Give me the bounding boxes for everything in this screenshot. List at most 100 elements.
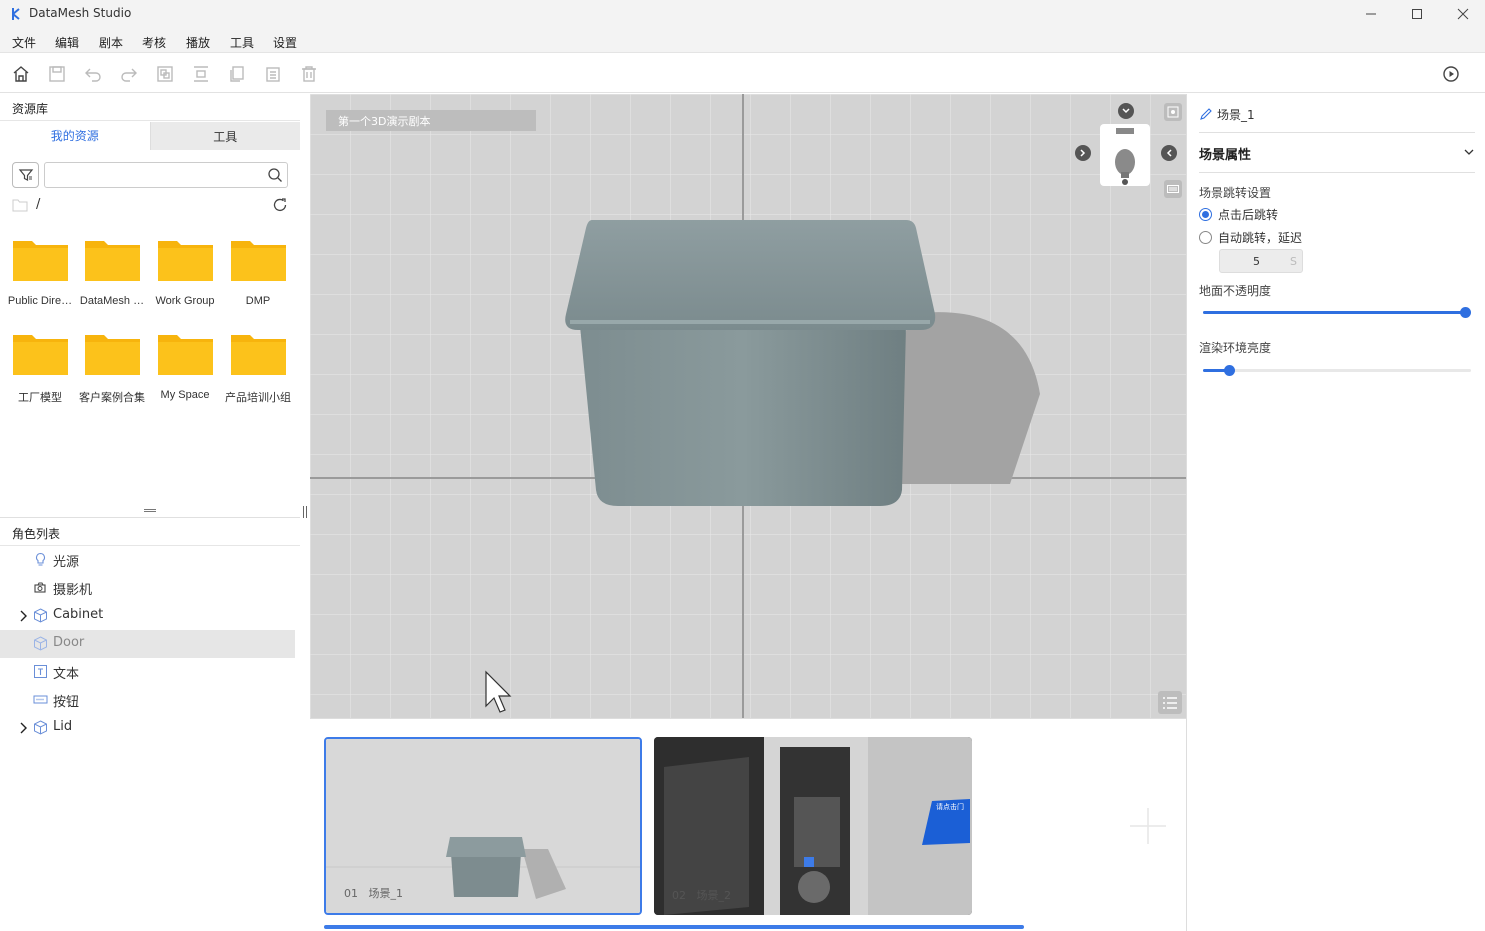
radio-click-jump[interactable]: 点击后跳转 [1199, 206, 1278, 222]
scene-properties-section[interactable]: 场景属性 [1199, 144, 1475, 164]
role-item-door[interactable]: Door [0, 630, 295, 658]
rotate-left-button[interactable] [1075, 145, 1091, 161]
folder-item[interactable]: 客户案例合集 [76, 328, 148, 418]
env-brightness-slider[interactable] [1203, 364, 1471, 376]
menu-edit[interactable]: 编辑 [55, 34, 79, 51]
scene-list-button[interactable] [1158, 691, 1182, 714]
collapse-nav-button[interactable] [1118, 103, 1134, 119]
filter-icon [18, 169, 33, 181]
chevron-left-icon [1166, 149, 1172, 157]
slider-knob[interactable] [1223, 365, 1235, 376]
minimize-button[interactable] [1348, 0, 1394, 28]
folder-name: My Space [160, 389, 210, 401]
tab-tools[interactable]: 工具 [149, 122, 300, 150]
role-item-lid[interactable]: Lid [0, 714, 295, 742]
folder-icon [85, 335, 140, 375]
tab-my-resources[interactable]: 我的资源 [0, 122, 150, 150]
menu-play[interactable]: 播放 [186, 34, 210, 51]
folder-name: Public Dire… [7, 295, 73, 307]
menu-script[interactable]: 剧本 [99, 34, 123, 51]
folder-item[interactable]: 产品培训小组 [222, 328, 294, 418]
folder-item[interactable]: 工厂模型 [4, 328, 76, 418]
maximize-button[interactable] [1394, 0, 1440, 28]
list-icon [1163, 696, 1177, 709]
ground-opacity-slider[interactable] [1203, 306, 1471, 318]
view-reset-button[interactable] [1164, 103, 1182, 121]
home-button[interactable] [10, 63, 32, 85]
menu-tools[interactable]: 工具 [230, 34, 254, 51]
vertical-splitter[interactable] [300, 94, 310, 931]
breadcrumb-path[interactable]: / [36, 197, 40, 212]
role-item-button[interactable]: 按钮 [0, 686, 295, 714]
add-scene-slot[interactable] [988, 736, 1172, 916]
align-button[interactable] [190, 63, 212, 85]
redo-button[interactable] [118, 63, 140, 85]
refresh-icon[interactable] [272, 197, 288, 213]
close-icon [1457, 8, 1469, 20]
play-button[interactable] [1440, 63, 1462, 85]
rotate-right-button[interactable] [1161, 145, 1177, 161]
scene-label: 02 场景_2 [672, 889, 731, 902]
menu-file[interactable]: 文件 [12, 34, 36, 51]
role-item-text[interactable]: 文本 [0, 658, 295, 686]
search-icon[interactable] [267, 167, 283, 183]
env-brightness-label: 渲染环境亮度 [1199, 341, 1272, 355]
chevron-down-icon [1122, 108, 1130, 114]
folder-item[interactable]: DMP [222, 234, 294, 324]
role-label: 文本 [53, 667, 80, 682]
undo-button[interactable] [82, 63, 104, 85]
delay-unit: S [1290, 255, 1297, 268]
radio-auto-jump[interactable]: 自动跳转，延迟 [1199, 229, 1302, 245]
divider [1199, 172, 1475, 173]
folder-outline-icon [12, 199, 28, 212]
copy-button[interactable] [226, 63, 248, 85]
scene-strip-scrollbar[interactable] [324, 925, 1024, 929]
filter-button[interactable] [12, 162, 39, 188]
group-button[interactable] [154, 63, 176, 85]
navigation-cube[interactable] [1100, 124, 1150, 186]
folder-item[interactable]: DataMesh … [76, 234, 148, 324]
paste-button[interactable] [262, 63, 284, 85]
splitter-grip-icon [144, 509, 156, 512]
scene-thumbnail-2[interactable]: 请点击门 02 场景_2 [654, 737, 972, 915]
role-item-cabinet[interactable]: Cabinet [0, 602, 295, 630]
delete-icon [302, 66, 316, 82]
role-item-camera[interactable]: 摄影机 [0, 574, 295, 602]
search-input[interactable] [45, 163, 255, 187]
keyboard-button[interactable] [1164, 180, 1182, 198]
menu-exam[interactable]: 考核 [142, 34, 166, 51]
radio-dot [1199, 230, 1212, 244]
title-bar: DataMesh Studio [0, 0, 1485, 28]
folder-item[interactable]: Public Dire… [4, 234, 76, 324]
scene-canvas[interactable] [310, 94, 1186, 718]
text-icon [34, 665, 47, 678]
left-panel: 资源库 我的资源 工具 / Public Dire… DataMesh … Wo… [0, 94, 301, 931]
toolbar [0, 54, 1485, 93]
button-icon [33, 695, 48, 704]
role-item-light[interactable]: 光源 [0, 546, 295, 574]
folder-icon [13, 335, 68, 375]
radio-dot [1199, 207, 1212, 221]
folder-icon [158, 335, 213, 375]
copy-icon [230, 66, 244, 82]
save-button[interactable] [46, 63, 68, 85]
folder-item[interactable]: Work Group [149, 234, 221, 324]
splitter-grip-icon [303, 506, 307, 518]
folder-item[interactable]: My Space [149, 328, 221, 418]
app-logo-icon [12, 8, 20, 20]
3d-viewport[interactable]: 第一个3D演示剧本 [310, 94, 1186, 718]
chevron-right-icon[interactable] [18, 609, 30, 623]
horizontal-splitter[interactable] [0, 506, 300, 518]
chevron-right-icon[interactable] [18, 721, 30, 735]
slider-knob[interactable] [1460, 307, 1471, 318]
menu-settings[interactable]: 设置 [273, 34, 297, 51]
scene-name-title[interactable]: 场景_1 [1199, 104, 1255, 124]
close-button[interactable] [1440, 0, 1485, 28]
lightbulb-icon [35, 552, 46, 566]
role-label: 按钮 [53, 695, 80, 710]
delete-button[interactable] [298, 63, 320, 85]
box-model[interactable] [565, 220, 936, 506]
undo-icon [85, 68, 101, 82]
delay-input[interactable]: 5 S [1219, 249, 1303, 273]
scene-thumbnail-1[interactable]: 01 场景_1 [324, 737, 642, 915]
